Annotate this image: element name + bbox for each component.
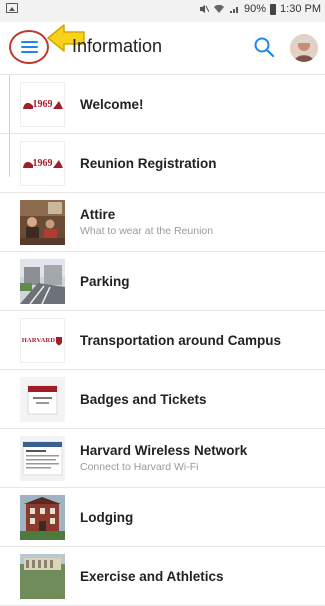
list-item-title: Harvard Wireless Network xyxy=(80,443,248,458)
avatar[interactable] xyxy=(290,34,318,62)
list-item-subtitle: Connect to Harvard Wi-Fi xyxy=(80,461,199,473)
menu-button[interactable] xyxy=(9,30,49,64)
list-item-title: Lodging xyxy=(80,509,134,525)
wifi-instructions-thumbnail xyxy=(20,436,65,481)
list-item-transportation[interactable]: HARVARD Transportation around Campus xyxy=(0,311,325,370)
app-bar: Information xyxy=(0,22,325,75)
list-item-wireless-network[interactable]: Harvard Wireless Network Connect to Harv… xyxy=(0,429,325,488)
clock: 1:30 PM xyxy=(280,3,321,15)
harvard-logo-thumbnail: HARVARD xyxy=(20,318,65,363)
list-item-title: Parking xyxy=(80,273,130,289)
mute-icon xyxy=(200,5,209,13)
search-icon[interactable] xyxy=(253,36,275,58)
attire-photo-thumbnail xyxy=(20,200,65,245)
hamburger-menu-icon xyxy=(20,41,38,53)
page-title: Information xyxy=(72,36,163,56)
wifi-icon xyxy=(214,4,224,14)
status-bar: 90% 1:30 PM xyxy=(0,0,325,22)
badge-image-thumbnail xyxy=(20,377,65,422)
list-item-title: Exercise and Athletics xyxy=(80,568,224,584)
list-item-title: Welcome! xyxy=(80,96,144,112)
battery-icon xyxy=(270,3,277,15)
list-item-title: Reunion Registration xyxy=(80,155,217,171)
battery-percent: 90% xyxy=(244,3,267,15)
list-item-lodging[interactable]: Lodging xyxy=(0,488,325,547)
list-item-title: Badges and Tickets xyxy=(80,391,207,407)
signal-icon xyxy=(230,7,238,13)
list-item-reunion-registration[interactable]: 1969 Reunion Registration xyxy=(0,134,325,193)
info-list: 1969 Welcome! 1969 Reunion Registration xyxy=(0,75,325,606)
list-item-welcome[interactable]: 1969 Welcome! xyxy=(0,75,325,134)
lodging-photo-thumbnail xyxy=(20,495,65,540)
status-right: 90% 1:30 PM xyxy=(199,3,321,15)
parking-photo-thumbnail xyxy=(20,259,65,304)
reunion-logo-thumbnail: 1969 xyxy=(20,141,65,186)
reunion-logo-thumbnail: 1969 xyxy=(20,82,65,127)
list-item-parking[interactable]: Parking xyxy=(0,252,325,311)
list-item-exercise-athletics[interactable]: Exercise and Athletics xyxy=(0,547,325,606)
list-item-badges-tickets[interactable]: Badges and Tickets xyxy=(0,370,325,429)
list-item-attire[interactable]: Attire What to wear at the Reunion xyxy=(0,193,325,252)
gallery-icon xyxy=(6,3,18,13)
list-item-title: Transportation around Campus xyxy=(80,332,282,348)
list-item-subtitle: What to wear at the Reunion xyxy=(80,225,214,237)
athletics-photo-thumbnail xyxy=(20,554,65,599)
list-item-title: Attire xyxy=(80,207,116,222)
status-left xyxy=(6,3,18,13)
